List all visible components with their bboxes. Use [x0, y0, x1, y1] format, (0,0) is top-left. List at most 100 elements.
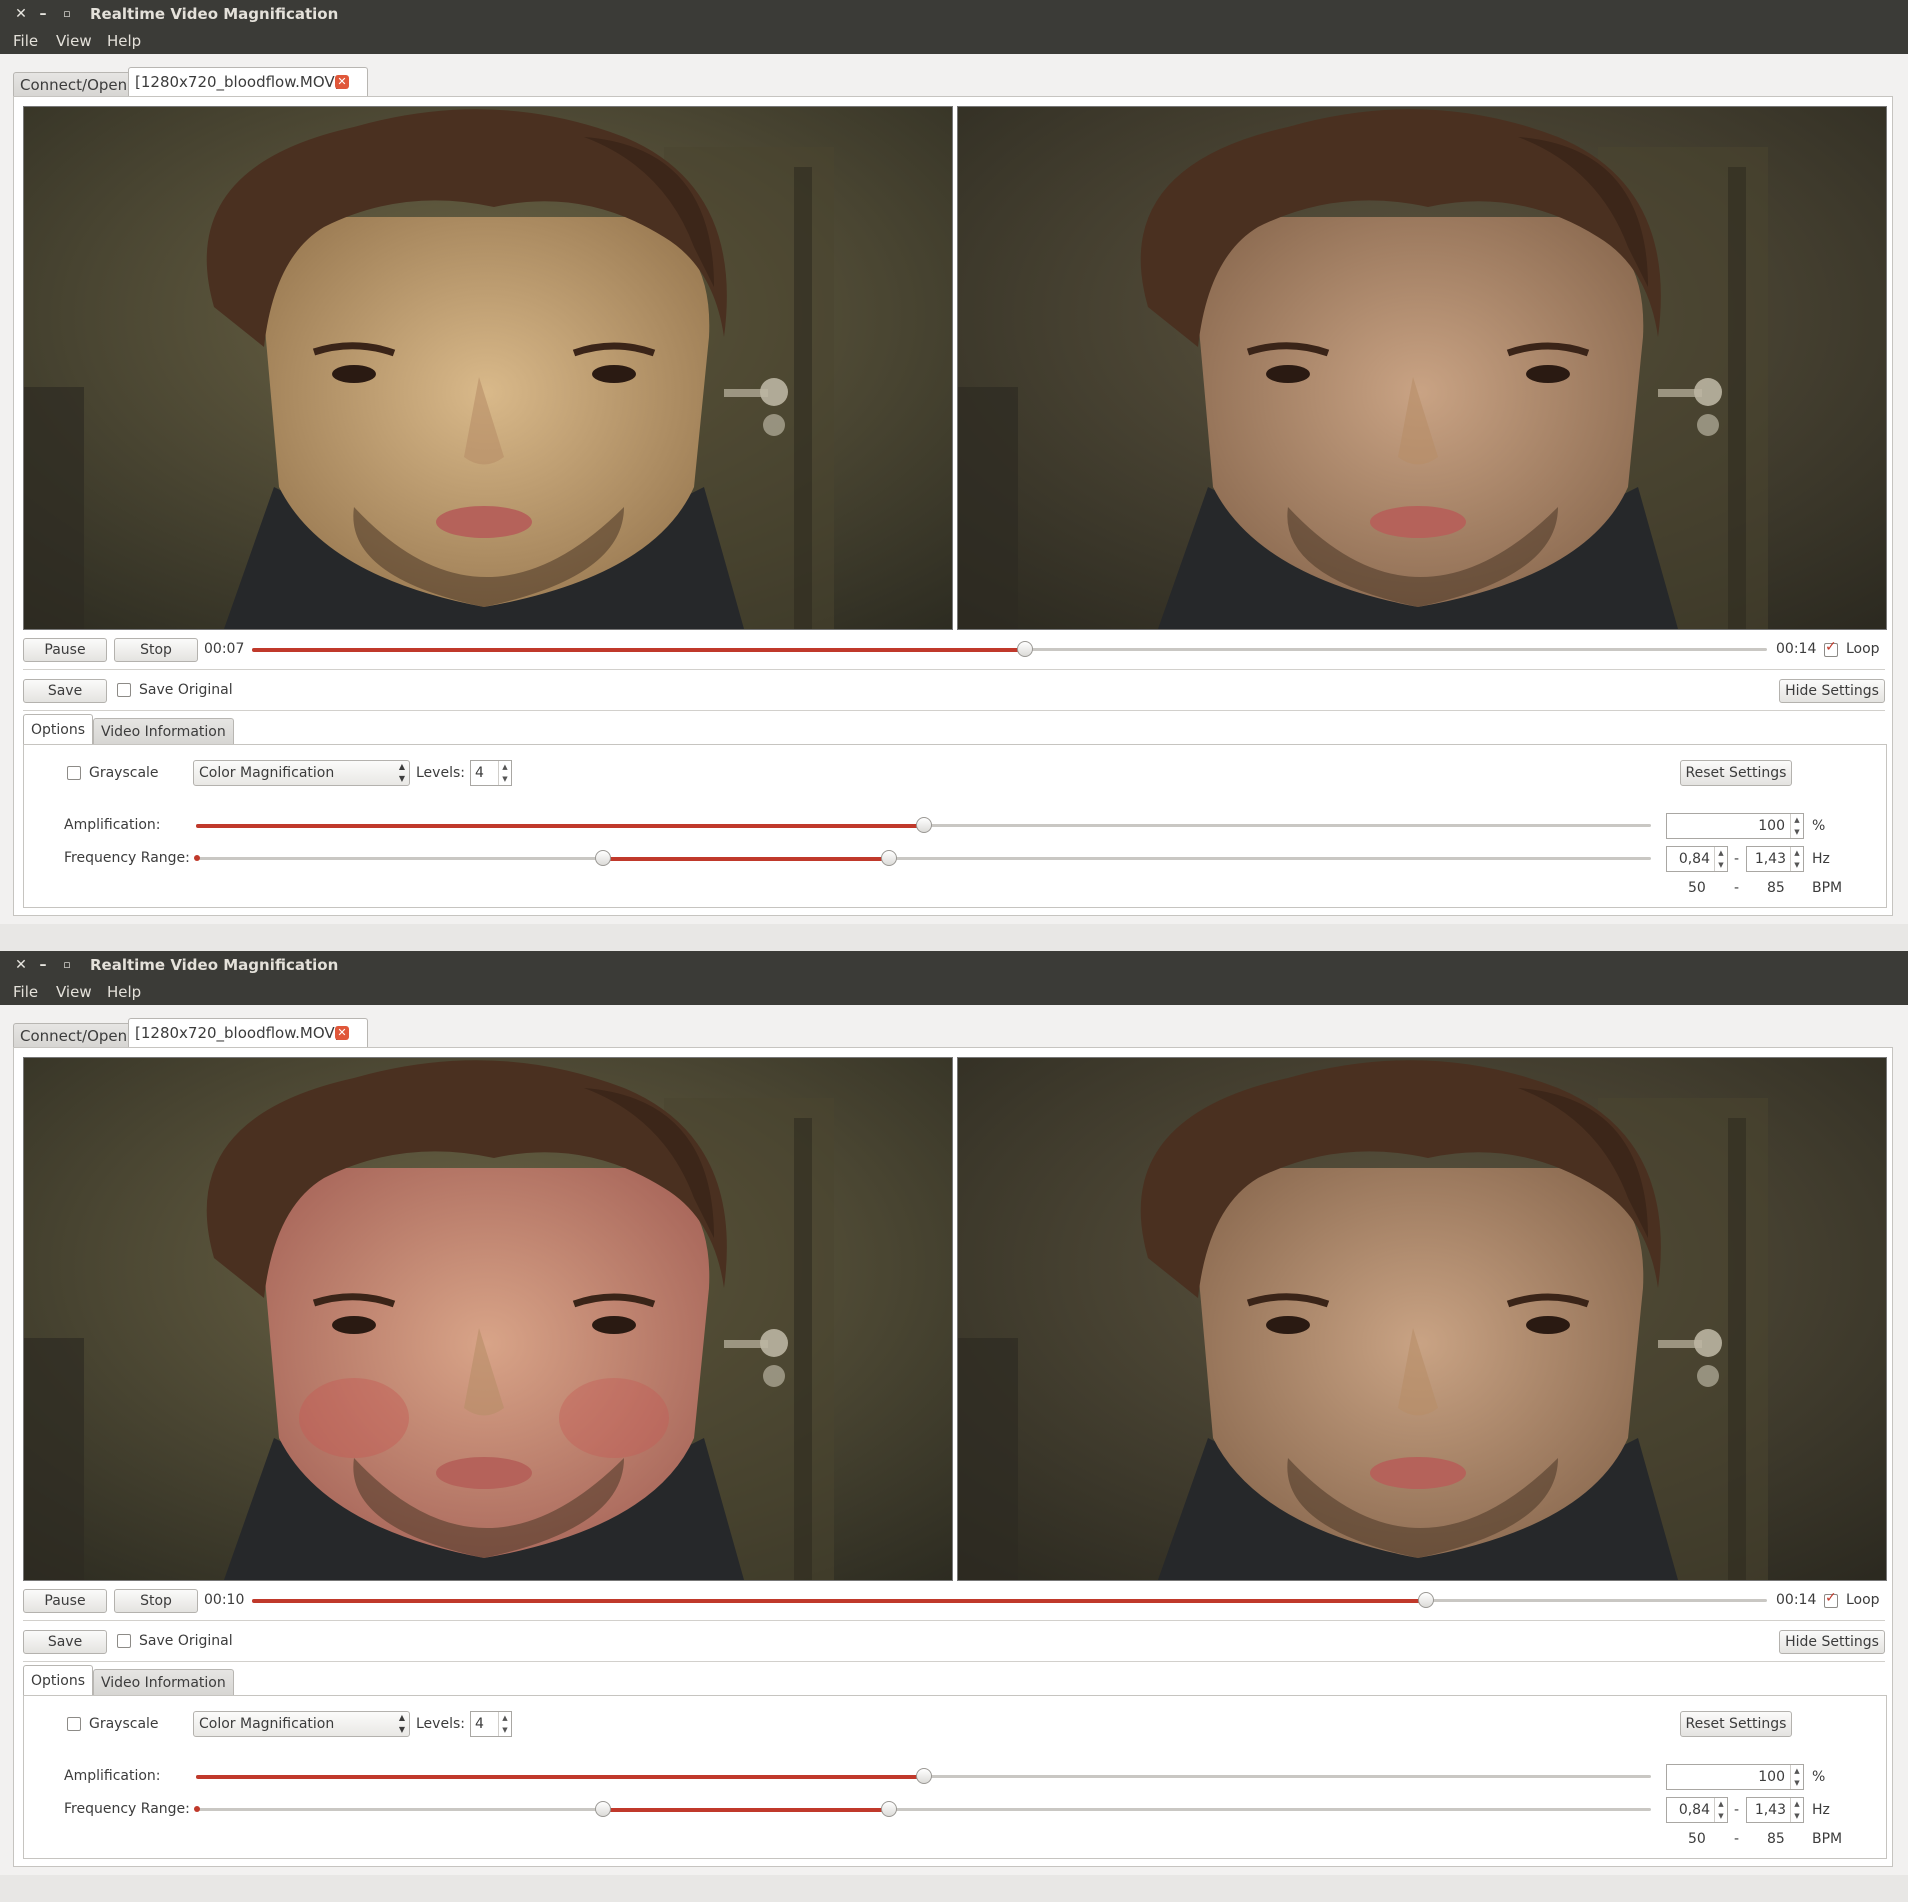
mode-select[interactable]: Color Magnification ▲ ▼: [193, 1711, 410, 1737]
tab-options[interactable]: Options: [23, 714, 94, 745]
tab-connect-open[interactable]: Connect/Open: [13, 72, 135, 97]
amplification-spinner[interactable]: 100 ▲ ▼: [1666, 1764, 1804, 1790]
tab-file[interactable]: [1280x720_bloodflow.MOV] ✕: [128, 67, 368, 98]
menu-view[interactable]: View: [56, 28, 92, 54]
frequency-high-handle[interactable]: [880, 850, 897, 866]
frequency-low-spinner[interactable]: 0,84 ▲ ▼: [1666, 1797, 1728, 1823]
frequency-dash: -: [1734, 851, 1740, 867]
seek-handle[interactable]: [1418, 1592, 1435, 1608]
reset-settings-button[interactable]: Reset Settings: [1680, 1711, 1792, 1737]
amplification-spinner[interactable]: 100 ▲ ▼: [1666, 813, 1804, 839]
bpm-high: 85: [1767, 1831, 1785, 1847]
bpm-low: 50: [1688, 1831, 1706, 1847]
levels-spinner[interactable]: 4 ▲ ▼: [470, 1711, 512, 1737]
mode-select[interactable]: Color Magnification ▲ ▼: [193, 760, 410, 786]
maximize-icon[interactable]: ▫: [58, 955, 76, 975]
tab-close-icon[interactable]: ✕: [335, 75, 349, 89]
pause-button[interactable]: Pause: [23, 1589, 107, 1613]
original-video: [23, 106, 953, 630]
spinner-arrows-icon[interactable]: ▲ ▼: [1790, 847, 1803, 871]
frequency-low-spinner[interactable]: 0,84 ▲ ▼: [1666, 846, 1728, 872]
frequency-unit: Hz: [1812, 851, 1830, 867]
seek-handle[interactable]: [1016, 641, 1033, 657]
bpm-dash: -: [1734, 880, 1740, 896]
tab-file-label: [1280x720_bloodflow.MOV]: [135, 1024, 341, 1042]
reset-settings-button[interactable]: Reset Settings: [1680, 760, 1792, 786]
spinner-arrows-icon[interactable]: ▲ ▼: [1790, 1798, 1803, 1822]
magnified-video: [957, 106, 1887, 630]
chevron-updown-icon: ▲ ▼: [398, 1713, 405, 1734]
stop-button[interactable]: Stop: [114, 1589, 198, 1613]
minimize-icon[interactable]: –: [34, 4, 52, 24]
tab-file[interactable]: [1280x720_bloodflow.MOV] ✕: [128, 1018, 368, 1049]
spinner-arrows-icon[interactable]: ▲ ▼: [1790, 1765, 1803, 1789]
save-button[interactable]: Save: [23, 1630, 107, 1654]
hide-settings-button[interactable]: Hide Settings: [1779, 679, 1885, 703]
amplification-label: Amplification:: [64, 817, 161, 833]
frequency-high-handle[interactable]: [880, 1801, 897, 1817]
spinner-arrows-icon[interactable]: ▲ ▼: [498, 761, 511, 785]
loop-label: Loop: [1846, 1592, 1880, 1608]
bpm-low: 50: [1688, 880, 1706, 896]
menu-bar: File View Help: [0, 979, 1908, 1005]
minimize-icon[interactable]: –: [34, 955, 52, 975]
loop-checkbox[interactable]: ✓: [1824, 1590, 1838, 1608]
save-original-label: Save Original: [139, 1633, 233, 1649]
tab-video-information[interactable]: Video Information: [93, 1669, 234, 1696]
save-original-checkbox[interactable]: [117, 1634, 131, 1648]
separator: [23, 1661, 1885, 1662]
levels-spinner[interactable]: 4 ▲ ▼: [470, 760, 512, 786]
amplification-handle[interactable]: [915, 1768, 932, 1784]
spinner-arrows-icon[interactable]: ▲ ▼: [1714, 1798, 1727, 1822]
spinner-arrows-icon[interactable]: ▲ ▼: [1714, 847, 1727, 871]
title-bar: ✕ – ▫ Realtime Video Magnification: [0, 0, 1908, 28]
close-icon[interactable]: ✕: [12, 4, 30, 24]
frequency-dash: -: [1734, 1802, 1740, 1818]
spinner-arrows-icon[interactable]: ▲ ▼: [498, 1712, 511, 1736]
tab-options[interactable]: Options: [23, 1665, 94, 1696]
bpm-dash: -: [1734, 1831, 1740, 1847]
levels-value: 4: [475, 1716, 484, 1732]
menu-help[interactable]: Help: [107, 28, 141, 54]
frequency-high-spinner[interactable]: 1,43 ▲ ▼: [1746, 1797, 1804, 1823]
status-bar: [0, 1875, 1908, 1902]
hide-settings-button[interactable]: Hide Settings: [1779, 1630, 1885, 1654]
frequency-high-spinner[interactable]: 1,43 ▲ ▼: [1746, 846, 1804, 872]
loop-checkbox[interactable]: ✓: [1824, 639, 1838, 657]
frequency-track[interactable]: [196, 857, 1651, 860]
close-icon[interactable]: ✕: [12, 955, 30, 975]
frequency-range-label: Frequency Range:: [64, 1801, 190, 1817]
levels-label: Levels:: [416, 765, 465, 781]
original-video: [23, 1057, 953, 1581]
app-window-bottom: ✕ – ▫ Realtime Video Magnification File …: [0, 951, 1908, 1902]
frequency-range-fill: [603, 1808, 889, 1812]
magnified-video: [957, 1057, 1887, 1581]
pause-button[interactable]: Pause: [23, 638, 107, 662]
menu-help[interactable]: Help: [107, 979, 141, 1005]
title-bar: ✕ – ▫ Realtime Video Magnification: [0, 951, 1908, 979]
save-original-label: Save Original: [139, 682, 233, 698]
save-original-checkbox[interactable]: [117, 683, 131, 697]
menu-file[interactable]: File: [13, 28, 38, 54]
frequency-track[interactable]: [196, 1808, 1651, 1811]
checkmark-icon: ✓: [1825, 1590, 1837, 1606]
menu-view[interactable]: View: [56, 979, 92, 1005]
loop-label: Loop: [1846, 641, 1880, 657]
stop-button[interactable]: Stop: [114, 638, 198, 662]
grayscale-checkbox[interactable]: [67, 766, 81, 780]
amplification-fill: [196, 824, 924, 828]
maximize-icon[interactable]: ▫: [58, 4, 76, 24]
grayscale-checkbox[interactable]: [67, 1717, 81, 1731]
main-content: Connect/Open [1280x720_bloodflow.MOV] ✕: [0, 1005, 1908, 1902]
tab-video-information[interactable]: Video Information: [93, 718, 234, 745]
separator: [23, 710, 1885, 711]
menu-file[interactable]: File: [13, 979, 38, 1005]
seek-progress: [252, 648, 1025, 652]
window-title: Realtime Video Magnification: [90, 956, 339, 974]
amplification-handle[interactable]: [915, 817, 932, 833]
total-time: 00:14: [1776, 641, 1817, 657]
spinner-arrows-icon[interactable]: ▲ ▼: [1790, 814, 1803, 838]
tab-close-icon[interactable]: ✕: [335, 1026, 349, 1040]
tab-connect-open[interactable]: Connect/Open: [13, 1023, 135, 1048]
save-button[interactable]: Save: [23, 679, 107, 703]
